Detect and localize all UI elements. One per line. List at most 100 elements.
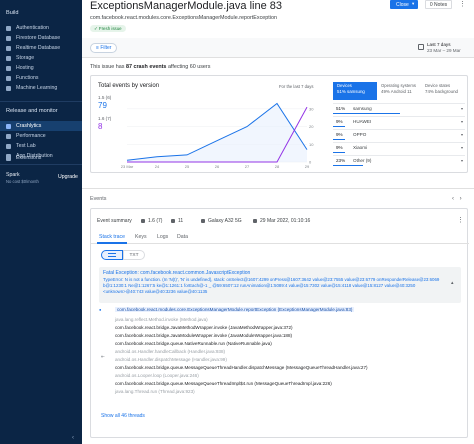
stack-frame[interactable]: android.os.Looper.loop (Looper.java:246) — [115, 373, 199, 378]
list-icon — [108, 253, 116, 257]
test-lab-icon — [6, 143, 11, 149]
sidebar-item-extensions[interactable]: Extensions — [6, 155, 41, 161]
device-share-bar — [333, 113, 401, 114]
crash-summary: This issue has 87 crash events affecting… — [90, 64, 211, 70]
tab-devices[interactable]: Devices 51% samsung — [333, 82, 377, 100]
stack-frame[interactable]: java.lang.reflect.Method.invoke (Method.… — [115, 317, 208, 322]
storage-icon — [6, 55, 11, 61]
sidebar: Build Authentication Firestore Database … — [0, 0, 82, 444]
x-tick-label: 23 Mar — [121, 164, 134, 169]
sidebar-item-functions[interactable]: Functions — [0, 73, 82, 83]
sidebar-section-release: Release and monitor — [6, 108, 58, 114]
device-name: samsung — [353, 106, 372, 111]
chevron-up-icon[interactable]: ▴ — [451, 280, 454, 286]
device-share: 9% — [336, 119, 343, 124]
event-time: 29 Mar 2022, 01:10:16 — [253, 218, 310, 224]
issue-subtitle: com.facebook.react.modules.core.Exceptio… — [90, 15, 277, 21]
event-summary-label: Event summary — [97, 218, 132, 224]
event-os-version: 11 — [171, 218, 183, 224]
device-share-bar — [333, 152, 345, 153]
upgrade-button[interactable]: Upgrade — [58, 174, 78, 180]
stack-frame[interactable]: com.facebook.react.bridge.queue.NativeRu… — [115, 341, 272, 346]
sidebar-item-authentication[interactable]: Authentication — [0, 23, 82, 33]
event-nav-arrows[interactable]: ‹ › — [452, 196, 464, 202]
chevron-down-icon: ▾ — [460, 132, 463, 137]
functions-icon — [6, 75, 11, 81]
collapsed-frames-icon[interactable]: ⇤ — [101, 354, 105, 360]
sidebar-item-performance[interactable]: Performance — [0, 131, 82, 141]
stack-frame[interactable]: java.lang.Thread.run (Thread.java:923) — [115, 389, 195, 394]
device-name: OPPO — [353, 132, 367, 137]
version-icon — [141, 218, 145, 223]
tab-logs[interactable]: Logs — [157, 234, 168, 240]
sidebar-item-realtime-db[interactable]: Realtime Database — [0, 43, 82, 53]
device-share: 23% — [336, 158, 346, 163]
event-device: Galaxy A32 5G — [201, 218, 242, 224]
sidebar-item-machine-learning[interactable]: Machine Learning — [0, 83, 82, 93]
sidebar-item-firestore[interactable]: Firestore Database — [0, 33, 82, 43]
device-share: 51% — [336, 106, 346, 111]
stack-frame[interactable]: com.facebook.react.modules.core.Exceptio… — [115, 307, 355, 312]
events-by-version-card: Total events by version For the last 7 d… — [90, 75, 468, 173]
notes-button[interactable]: 0 Notes — [425, 0, 452, 9]
chevron-down-icon: ▾ — [460, 158, 463, 163]
events-line-chart: 0 10 20 30 23 Mar 24 25 26 27 28 29 — [121, 102, 314, 169]
y-tick-label: 20 — [309, 124, 314, 129]
device-row[interactable]: 9% Xiaomi ▾ — [333, 142, 465, 153]
chevron-down-icon: ▾ — [460, 106, 463, 111]
more-vert-icon[interactable]: ⋮ — [457, 216, 464, 224]
chart-title: Total events by version — [98, 83, 160, 89]
stack-frame[interactable]: android.os.Handler.dispatchMessage (Hand… — [115, 357, 227, 362]
stack-frame[interactable]: android.os.Handler.handleCallback (Handl… — [115, 349, 225, 354]
device-row[interactable]: 23% Other (9) ▾ — [333, 155, 465, 166]
show-all-threads-link[interactable]: Show all 46 threads — [101, 413, 145, 419]
device-row[interactable]: 9% HUAWEI ▾ — [333, 116, 465, 127]
fatal-exception-box[interactable]: Fatal Exception: com.facebook.react.comm… — [99, 267, 461, 303]
device-row[interactable]: 9% OPPO ▾ — [333, 129, 465, 140]
date-range-picker[interactable]: Last 7 days 23 Mar – 29 Mar — [427, 42, 461, 54]
firestore-icon — [6, 35, 11, 41]
event-card: Event summary 1.6 (7) 11 Galaxy A32 5G 2… — [90, 208, 469, 438]
list-view-toggle[interactable] — [101, 250, 123, 260]
chevron-down-icon: ▾ — [460, 119, 463, 124]
more-vert-icon[interactable]: ⋮ — [459, 0, 466, 8]
tab-data[interactable]: Data — [177, 234, 188, 240]
device-name: HUAWEI — [353, 119, 372, 124]
calendar-icon — [418, 44, 424, 50]
legend-version-1: 1.5 (6) — [98, 95, 112, 100]
tab-stack-trace[interactable]: Stack trace — [99, 234, 125, 240]
ml-icon — [6, 85, 11, 91]
filter-bar: ≡ Filter Last 7 days 23 Mar – 29 Mar — [82, 38, 474, 58]
tab-device-states[interactable]: Device states 74% background — [421, 82, 465, 100]
y-tick-label: 10 — [309, 142, 314, 147]
active-tab-indicator — [97, 242, 127, 244]
x-tick-label: 25 — [185, 164, 190, 169]
users-icon — [6, 25, 11, 31]
x-tick-label: 26 — [215, 164, 220, 169]
crashlytics-icon — [6, 123, 11, 129]
device-row[interactable]: 51% samsung ▾ — [333, 103, 465, 114]
device-share: 9% — [336, 145, 343, 150]
sidebar-item-hosting[interactable]: Hosting — [0, 63, 82, 73]
chevron-down-icon[interactable]: ▾ — [412, 1, 414, 7]
fresh-issue-badge: ✓ Fresh issue — [90, 25, 126, 32]
stack-frame[interactable]: com.facebook.react.bridge.queue.MessageQ… — [115, 365, 368, 370]
tab-keys[interactable]: Keys — [135, 234, 147, 240]
sidebar-item-test-lab[interactable]: Test Lab — [0, 141, 82, 151]
filter-button[interactable]: ≡ Filter — [90, 43, 118, 53]
fatal-exception-title: Fatal Exception: com.facebook.react.comm… — [103, 270, 251, 276]
stack-frame[interactable]: com.facebook.react.bridge.JavaModuleWrap… — [115, 333, 292, 338]
android-icon — [171, 218, 175, 223]
stack-frame[interactable]: com.facebook.react.bridge.queue.MessageQ… — [115, 381, 332, 386]
section-divider — [82, 188, 474, 189]
event-tabs: Stack trace Keys Logs Data — [91, 232, 469, 244]
sidebar-item-crashlytics[interactable]: Crashlytics — [0, 121, 82, 131]
tab-operating-systems[interactable]: Operating systems 49% Android 11 — [377, 82, 421, 100]
stack-frame[interactable]: com.facebook.react.bridge.JavaMethodWrap… — [115, 325, 293, 330]
legend-version-2-value: 8 — [98, 122, 103, 131]
sidebar-item-storage[interactable]: Storage — [0, 53, 82, 63]
legend-version-2: 1.6 (7) — [98, 116, 112, 121]
txt-view-toggle[interactable]: TXT — [123, 250, 145, 260]
collapse-sidebar-icon[interactable]: ‹ — [72, 435, 74, 441]
device-share-bar — [333, 165, 364, 166]
